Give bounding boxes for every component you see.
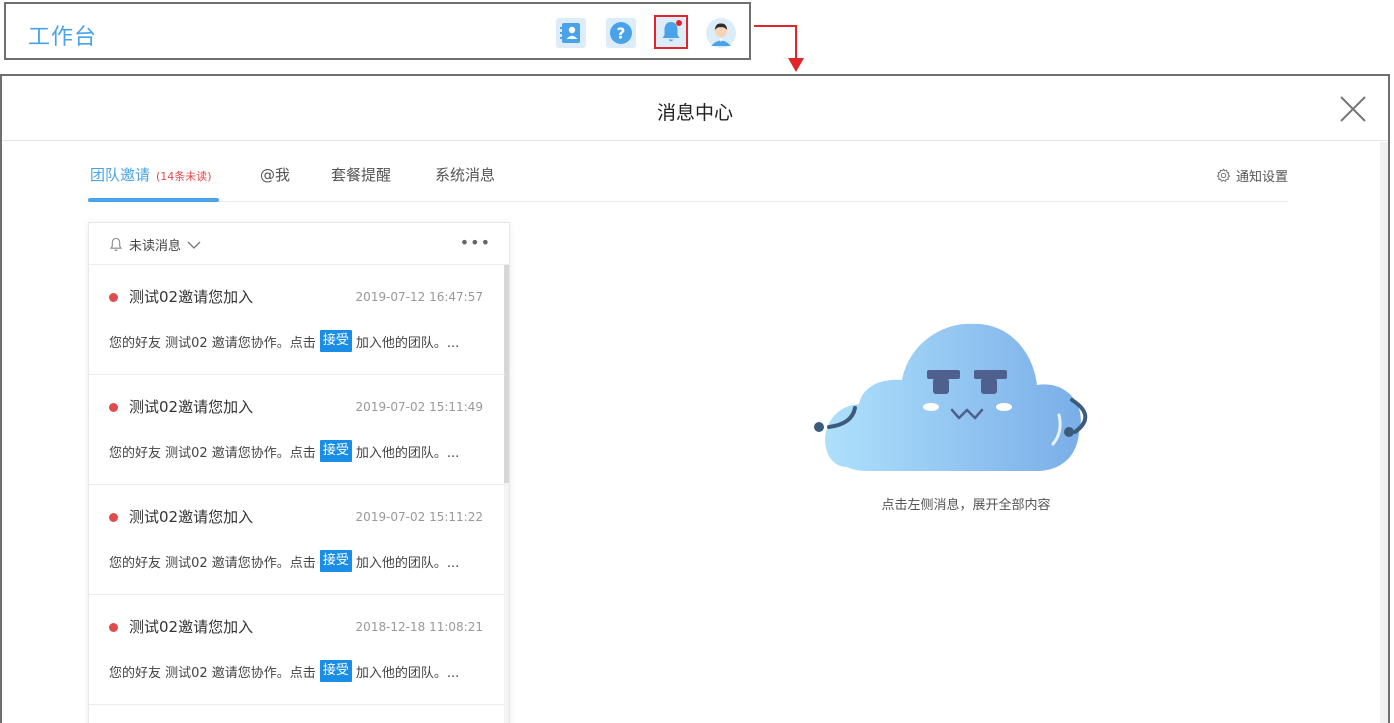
unread-filter-dropdown[interactable]: 未读消息 xyxy=(109,235,201,254)
tab-mentions[interactable]: @我 xyxy=(260,164,290,185)
bell-outline-icon xyxy=(109,237,123,251)
message-time: 2019-07-02 15:11:22 xyxy=(355,510,483,524)
svg-text:?: ? xyxy=(617,25,626,43)
list-header: 未读消息 ••• xyxy=(89,223,509,265)
chevron-down-icon xyxy=(187,241,201,249)
unread-dot xyxy=(109,403,118,412)
message-body: 您的好友 测试02 邀请您协作。点击 接受 加入他的团队。... xyxy=(109,550,459,572)
accept-button[interactable]: 接受 xyxy=(319,550,352,572)
more-options-button[interactable]: ••• xyxy=(460,233,491,252)
panel-title: 消息中心 xyxy=(656,102,733,124)
workbench-title: 工作台 xyxy=(28,25,98,50)
gear-icon xyxy=(1216,168,1231,182)
close-button[interactable] xyxy=(1338,94,1368,124)
list-item[interactable]: 测试02邀请您加入 2019-07-12 16:47:57 您的好友 测试02 … xyxy=(89,265,505,375)
message-text: 加入他的团队。... xyxy=(355,335,460,351)
message-text: 您的好友 测试02 邀请您协作。点击 xyxy=(109,665,316,681)
message-text: 您的好友 测试02 邀请您协作。点击 xyxy=(109,555,316,571)
message-body: 您的好友 测试02 邀请您协作。点击 接受 加入他的团队。... xyxy=(109,660,459,682)
arrow-down-icon xyxy=(788,58,804,72)
message-text: 您的好友 测试02 邀请您协作。点击 xyxy=(109,445,316,461)
active-tab-indicator xyxy=(88,198,219,202)
notification-settings-label: 通知设置 xyxy=(1235,170,1288,185)
message-title: 测试02邀请您加入 xyxy=(129,398,254,416)
cloud-mascot-illustration xyxy=(814,323,1088,471)
tab-system-messages[interactable]: 系统消息 xyxy=(435,164,495,185)
close-icon[interactable] xyxy=(1338,94,1368,124)
workbench-header: 工作台 ? xyxy=(4,2,751,60)
message-text: 加入他的团队。... xyxy=(355,445,460,461)
message-text: 加入他的团队。... xyxy=(355,665,460,681)
list-item[interactable]: 测试02邀请您加入 2018-12-18 11:08:21 您的好友 测试02 … xyxy=(89,595,505,705)
empty-state-text: 点击左侧消息，展开全部内容 xyxy=(881,498,1051,513)
connector-line xyxy=(795,25,797,61)
accept-button[interactable]: 接受 xyxy=(319,660,352,682)
accept-button[interactable]: 接受 xyxy=(319,440,352,462)
message-time: 2019-07-12 16:47:57 xyxy=(355,290,483,304)
message-time: 2018-12-18 11:08:21 xyxy=(355,620,483,634)
message-body: 您的好友 测试02 邀请您协作。点击 接受 加入他的团队。... xyxy=(109,440,459,462)
unread-dot xyxy=(109,513,118,522)
message-list: 未读消息 ••• 测试02邀请您加入 2019-07-12 16:47:57 您… xyxy=(88,222,510,723)
message-center-panel: 消息中心 团队邀请 (14条未读) @我 套餐提醒 系统消息 通知设置 未读消息… xyxy=(0,74,1390,723)
message-title: 测试02邀请您加入 xyxy=(129,508,254,526)
list-item[interactable]: 测试02邀请您加入 2019-07-02 15:11:22 您的好友 测试02 … xyxy=(89,485,505,595)
bell-icon[interactable] xyxy=(654,15,688,49)
message-title: 测试02邀请您加入 xyxy=(129,288,254,306)
tab-plan-reminders[interactable]: 套餐提醒 xyxy=(331,164,391,185)
filter-label: 未读消息 xyxy=(129,239,182,254)
accept-button[interactable]: 接受 xyxy=(319,330,352,352)
list-item[interactable]: 测试02邀请您加入 2019-07-02 15:11:49 您的好友 测试02 … xyxy=(89,375,505,485)
message-body: 您的好友 测试02 邀请您协作。点击 接受 加入他的团队。... xyxy=(109,330,459,352)
notification-settings-button[interactable]: 通知设置 xyxy=(1216,166,1288,185)
tab-label: 团队邀请 xyxy=(90,166,151,184)
connector-line xyxy=(754,25,796,27)
contacts-icon[interactable] xyxy=(556,18,586,48)
panel-scrollbar[interactable] xyxy=(1380,142,1388,723)
help-icon[interactable]: ? xyxy=(606,18,636,48)
message-text: 您的好友 测试02 邀请您协作。点击 xyxy=(109,335,316,351)
tab-team-invite[interactable]: 团队邀请 (14条未读) xyxy=(90,164,212,185)
message-title: 测试02邀请您加入 xyxy=(129,618,254,636)
unread-dot xyxy=(109,623,118,632)
panel-header: 消息中心 xyxy=(2,76,1388,141)
avatar[interactable] xyxy=(706,18,736,48)
message-time: 2019-07-02 15:11:49 xyxy=(355,400,483,414)
unread-dot xyxy=(109,293,118,302)
message-text: 加入他的团队。... xyxy=(355,555,460,571)
unread-count-badge: (14条未读) xyxy=(156,170,212,183)
message-tabs: 团队邀请 (14条未读) @我 套餐提醒 系统消息 通知设置 xyxy=(88,160,1288,202)
